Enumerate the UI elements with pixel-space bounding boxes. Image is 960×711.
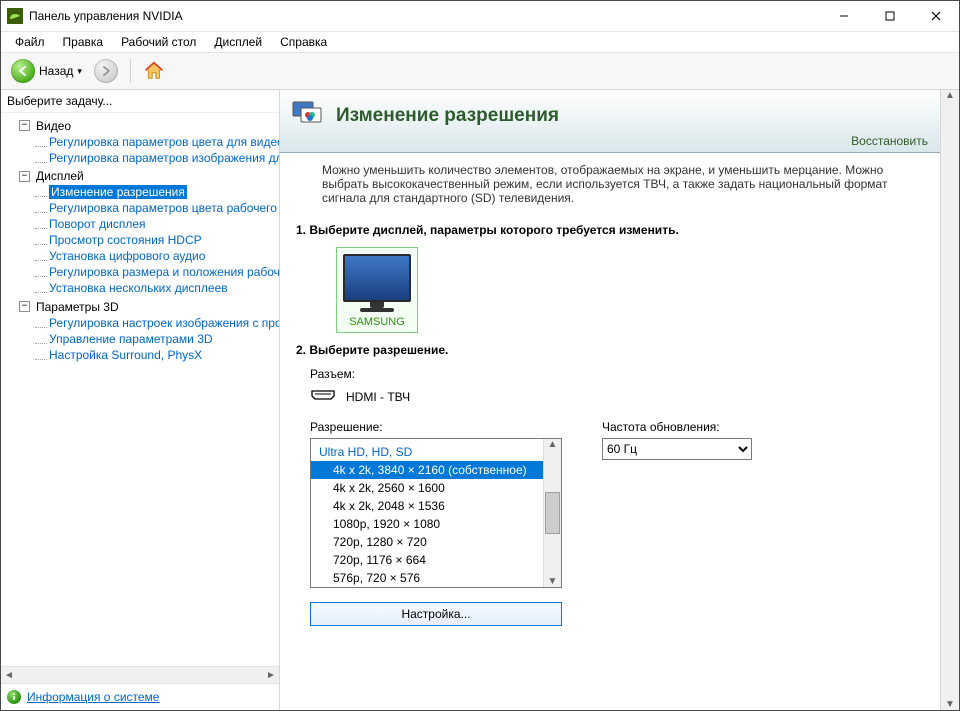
display-name: SAMSUNG bbox=[343, 316, 411, 328]
connector-label: Разъем: bbox=[310, 367, 924, 381]
main-v-scrollbar[interactable]: ▲ ▼ bbox=[940, 90, 959, 710]
page-header-icon bbox=[290, 96, 326, 135]
main-content: Изменение разрешения Восстановить Можно … bbox=[280, 90, 940, 710]
step1-title: 1. Выберите дисплей, параметры которого … bbox=[296, 223, 924, 237]
page-header: Изменение разрешения Восстановить bbox=[280, 90, 940, 153]
window-title: Панель управления NVIDIA bbox=[29, 9, 821, 23]
scroll-right-icon[interactable]: ► bbox=[263, 670, 279, 681]
back-arrow-icon bbox=[11, 59, 35, 83]
tree-toggle-icon[interactable]: − bbox=[19, 301, 30, 312]
system-info-link[interactable]: Информация о системе bbox=[27, 690, 159, 704]
tree-item-hdcp[interactable]: Просмотр состояния HDCP bbox=[49, 233, 202, 247]
tree-item-digital-audio[interactable]: Установка цифрового аудио bbox=[49, 249, 205, 263]
resolution-option[interactable]: 1080p, 1920 × 1080 bbox=[311, 515, 543, 533]
toolbar: Назад ▾ bbox=[1, 53, 959, 90]
page-title: Изменение разрешения bbox=[336, 105, 559, 127]
sidebar-footer: Информация о системе bbox=[1, 683, 279, 710]
tree-item-surround[interactable]: Настройка Surround, PhysX bbox=[49, 348, 202, 362]
maximize-button[interactable] bbox=[867, 1, 913, 31]
section-select-resolution: 2. Выберите разрешение. Разъем: HDMI - Т… bbox=[280, 333, 940, 634]
window-controls bbox=[821, 1, 959, 31]
resolution-option[interactable]: 4k x 2k, 3840 × 2160 (собственное) bbox=[311, 461, 543, 479]
scroll-thumb[interactable] bbox=[545, 492, 560, 534]
resolution-option[interactable]: 720p, 1176 × 664 bbox=[311, 551, 543, 569]
resolution-option[interactable]: 576p, 720 × 576 bbox=[311, 569, 543, 587]
forward-button[interactable] bbox=[90, 57, 122, 85]
tree-toggle-icon[interactable]: − bbox=[19, 120, 30, 131]
home-button[interactable] bbox=[139, 58, 169, 84]
restore-link[interactable]: Восстановить bbox=[851, 134, 928, 148]
menu-edit[interactable]: Правка bbox=[55, 33, 112, 51]
display-tile-samsung[interactable]: SAMSUNG bbox=[336, 247, 418, 333]
menu-desktop[interactable]: Рабочий стол bbox=[113, 33, 204, 51]
back-label: Назад bbox=[39, 64, 73, 78]
scroll-up-icon[interactable]: ▲ bbox=[945, 90, 955, 101]
resolution-group: Ultra HD, HD, SD bbox=[311, 443, 543, 461]
close-button[interactable] bbox=[913, 1, 959, 31]
scroll-up-icon[interactable]: ▲ bbox=[548, 439, 558, 450]
tree-item-desktop-color[interactable]: Регулировка параметров цвета рабочего ст… bbox=[49, 201, 279, 215]
menu-file[interactable]: Файл bbox=[7, 33, 53, 51]
forward-arrow-icon bbox=[94, 59, 118, 83]
resolution-listbox[interactable]: Ultra HD, HD, SD 4k x 2k, 3840 × 2160 (с… bbox=[310, 438, 562, 588]
app-window: Панель управления NVIDIA Файл Правка Раб… bbox=[0, 0, 960, 711]
menu-display[interactable]: Дисплей bbox=[206, 33, 270, 51]
refresh-rate-select[interactable]: 60 Гц bbox=[602, 438, 752, 460]
scroll-left-icon[interactable]: ◄ bbox=[1, 670, 17, 681]
customize-button[interactable]: Настройка... bbox=[310, 602, 562, 626]
minimize-button[interactable] bbox=[821, 1, 867, 31]
tree-cat-display[interactable]: Дисплей bbox=[36, 168, 84, 184]
toolbar-separator bbox=[130, 59, 131, 83]
resolution-option[interactable]: 4k x 2k, 2560 × 1600 bbox=[311, 479, 543, 497]
step2-title: 2. Выберите разрешение. bbox=[296, 343, 924, 357]
refresh-label: Частота обновления: bbox=[602, 420, 752, 434]
task-tree[interactable]: −Видео Регулировка параметров цвета для … bbox=[1, 113, 279, 666]
info-icon bbox=[7, 690, 21, 704]
scroll-down-icon[interactable]: ▼ bbox=[945, 699, 955, 710]
sidebar-prompt: Выберите задачу... bbox=[1, 90, 279, 113]
tree-item-manage-3d[interactable]: Управление параметрами 3D bbox=[49, 332, 213, 346]
tree-item-3d-image[interactable]: Регулировка настроек изображения с просм… bbox=[49, 316, 279, 330]
monitor-icon bbox=[343, 254, 411, 302]
listbox-scrollbar[interactable]: ▲ ▼ bbox=[543, 439, 561, 587]
tree-item-video-image[interactable]: Регулировка параметров изображения для в… bbox=[49, 151, 279, 165]
main: Изменение разрешения Восстановить Можно … bbox=[280, 90, 959, 710]
tree-item-video-color[interactable]: Регулировка параметров цвета для видео bbox=[49, 135, 279, 149]
titlebar: Панель управления NVIDIA bbox=[1, 1, 959, 32]
section-select-display: 1. Выберите дисплей, параметры которого … bbox=[280, 213, 940, 333]
back-dropdown-icon: ▾ bbox=[77, 66, 82, 77]
menu-help[interactable]: Справка bbox=[272, 33, 335, 51]
scroll-down-icon[interactable]: ▼ bbox=[548, 576, 558, 587]
sidebar-h-scrollbar[interactable]: ◄ ► bbox=[1, 666, 279, 683]
connector-row: HDMI - ТВЧ bbox=[296, 385, 924, 414]
sidebar: Выберите задачу... −Видео Регулировка па… bbox=[1, 90, 280, 710]
tree-item-size-pos[interactable]: Регулировка размера и положения рабочего… bbox=[49, 265, 279, 279]
tree-cat-3d[interactable]: Параметры 3D bbox=[36, 299, 119, 315]
hdmi-icon bbox=[310, 389, 336, 404]
tree-cat-video[interactable]: Видео bbox=[36, 118, 71, 134]
tree-item-change-resolution[interactable]: Изменение разрешения bbox=[49, 185, 187, 199]
resolution-option[interactable]: 4k x 2k, 2048 × 1536 bbox=[311, 497, 543, 515]
resolution-option[interactable]: 720p, 1280 × 720 bbox=[311, 533, 543, 551]
menubar: Файл Правка Рабочий стол Дисплей Справка bbox=[1, 32, 959, 53]
tree-item-multi-display[interactable]: Установка нескольких дисплеев bbox=[49, 281, 228, 295]
resolution-label: Разрешение: bbox=[310, 420, 562, 434]
connector-value: HDMI - ТВЧ bbox=[346, 390, 410, 404]
nvidia-icon bbox=[7, 8, 23, 24]
body: Выберите задачу... −Видео Регулировка па… bbox=[1, 90, 959, 710]
page-description: Можно уменьшить количество элементов, от… bbox=[280, 153, 940, 213]
tree-item-rotate[interactable]: Поворот дисплея bbox=[49, 217, 146, 231]
back-button[interactable]: Назад ▾ bbox=[7, 57, 86, 85]
tree-toggle-icon[interactable]: − bbox=[19, 171, 30, 182]
